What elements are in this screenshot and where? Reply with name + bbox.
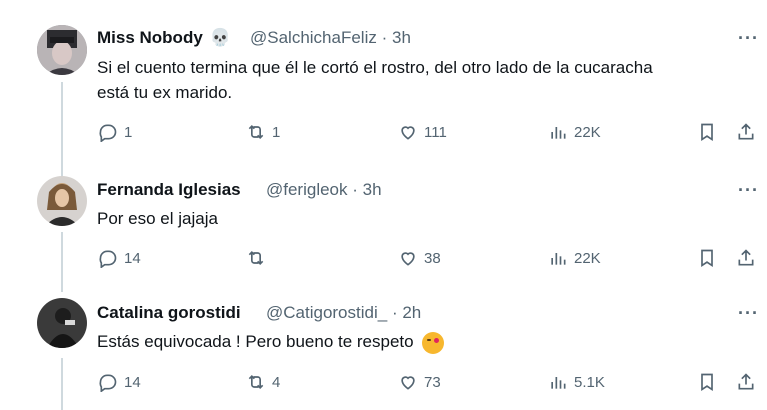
views-count: 22K xyxy=(574,123,601,141)
timestamp[interactable]: · 3h xyxy=(382,28,411,47)
author-name[interactable]: Miss Nobody 💀 xyxy=(97,28,233,48)
avatar-image xyxy=(37,25,87,75)
avatar[interactable] xyxy=(37,176,87,226)
tweet-text-line: Por eso el jajaja xyxy=(97,209,218,228)
avatar[interactable] xyxy=(37,25,87,75)
heart-icon xyxy=(401,252,415,266)
like-count: 73 xyxy=(424,373,441,391)
author-name-text: Catalina gorostidi xyxy=(97,303,241,322)
views-button[interactable]: 22K xyxy=(548,122,601,142)
handle-text: @SalchichaFeliz xyxy=(250,28,377,47)
like-count: 111 xyxy=(424,123,447,141)
author-handle[interactable]: @SalchichaFeliz · 3h xyxy=(250,28,411,48)
tweet-text-line: Estás equivocada ! Pero bueno te respeto xyxy=(97,332,414,351)
views-count: 22K xyxy=(574,249,601,267)
tweet-text: Si el cuento termina que él le cortó el … xyxy=(97,55,747,105)
like-count: 38 xyxy=(424,249,441,267)
like-button[interactable]: 111 xyxy=(398,122,447,142)
tweet-text-line: está tu ex marido. xyxy=(97,83,233,102)
more-options-icon[interactable]: ··· xyxy=(738,28,759,49)
reply-button[interactable]: 14 xyxy=(98,248,141,268)
bookmark-icon[interactable] xyxy=(697,248,717,273)
timestamp[interactable]: · 3h xyxy=(352,180,381,199)
tweet[interactable]: Miss Nobody 💀 @SalchichaFeliz · 3h ··· S… xyxy=(0,0,767,170)
reply-button[interactable]: 1 xyxy=(98,122,132,142)
views-button[interactable]: 22K xyxy=(548,248,601,268)
share-icon[interactable] xyxy=(736,248,756,273)
handle-text: @Catigorostidi_ xyxy=(266,303,388,322)
bookmark-icon[interactable] xyxy=(697,122,717,147)
reply-button[interactable]: 14 xyxy=(98,372,141,392)
like-button[interactable]: 73 xyxy=(398,372,441,392)
timestamp[interactable]: · 2h xyxy=(392,303,421,322)
tweet[interactable]: Catalina gorostidi @Catigorostidi_ · 2h … xyxy=(0,290,767,410)
reply-count: 1 xyxy=(124,123,133,141)
author-name-text: Miss Nobody xyxy=(97,28,203,47)
author-handle[interactable]: @ferigleok · 3h xyxy=(266,180,382,200)
avatar-image xyxy=(37,298,87,348)
share-icon[interactable] xyxy=(736,122,756,147)
retweet-count: 4 xyxy=(272,373,281,391)
heart-icon xyxy=(401,376,415,390)
face-blowing-kiss-emoji-icon xyxy=(422,331,445,354)
share-icon[interactable] xyxy=(736,372,756,397)
retweet-icon xyxy=(248,250,264,266)
reply-count: 14 xyxy=(124,373,141,391)
tweet-text-line: Si el cuento termina que él le cortó el … xyxy=(97,58,653,77)
retweet-button[interactable]: 4 xyxy=(246,372,280,392)
like-button[interactable]: 38 xyxy=(398,248,441,268)
more-options-icon[interactable]: ··· xyxy=(738,180,759,201)
author-name-text: Fernanda Iglesias xyxy=(97,180,241,199)
retweet-icon xyxy=(248,124,264,140)
skull-emoji-icon: 💀 xyxy=(209,28,231,47)
retweet-icon xyxy=(248,374,264,390)
more-options-icon[interactable]: ··· xyxy=(738,303,759,324)
retweet-button[interactable] xyxy=(246,248,272,268)
tweet-text: Estás equivocada ! Pero bueno te respeto xyxy=(97,329,747,354)
handle-text: @ferigleok xyxy=(266,180,348,199)
reply-count: 14 xyxy=(124,249,141,267)
heart-icon xyxy=(401,126,415,140)
avatar[interactable] xyxy=(37,298,87,348)
views-chart-icon xyxy=(551,377,566,389)
views-button[interactable]: 5.1K xyxy=(548,372,605,392)
tweet[interactable]: Fernanda Iglesias @ferigleok · 3h ··· Po… xyxy=(0,170,767,290)
reply-icon xyxy=(99,250,117,268)
author-handle[interactable]: @Catigorostidi_ · 2h xyxy=(266,303,421,323)
reply-icon xyxy=(99,374,117,392)
retweet-count: 1 xyxy=(272,123,281,141)
avatar-image xyxy=(37,176,87,226)
views-chart-icon xyxy=(551,253,566,265)
tweet-text: Por eso el jajaja xyxy=(97,206,747,231)
bookmark-icon[interactable] xyxy=(697,372,717,397)
views-count: 5.1K xyxy=(574,373,605,391)
views-chart-icon xyxy=(551,127,566,139)
reply-icon xyxy=(99,124,117,142)
retweet-button[interactable]: 1 xyxy=(246,122,280,142)
author-name[interactable]: Fernanda Iglesias xyxy=(97,180,241,200)
author-name[interactable]: Catalina gorostidi xyxy=(97,303,241,323)
